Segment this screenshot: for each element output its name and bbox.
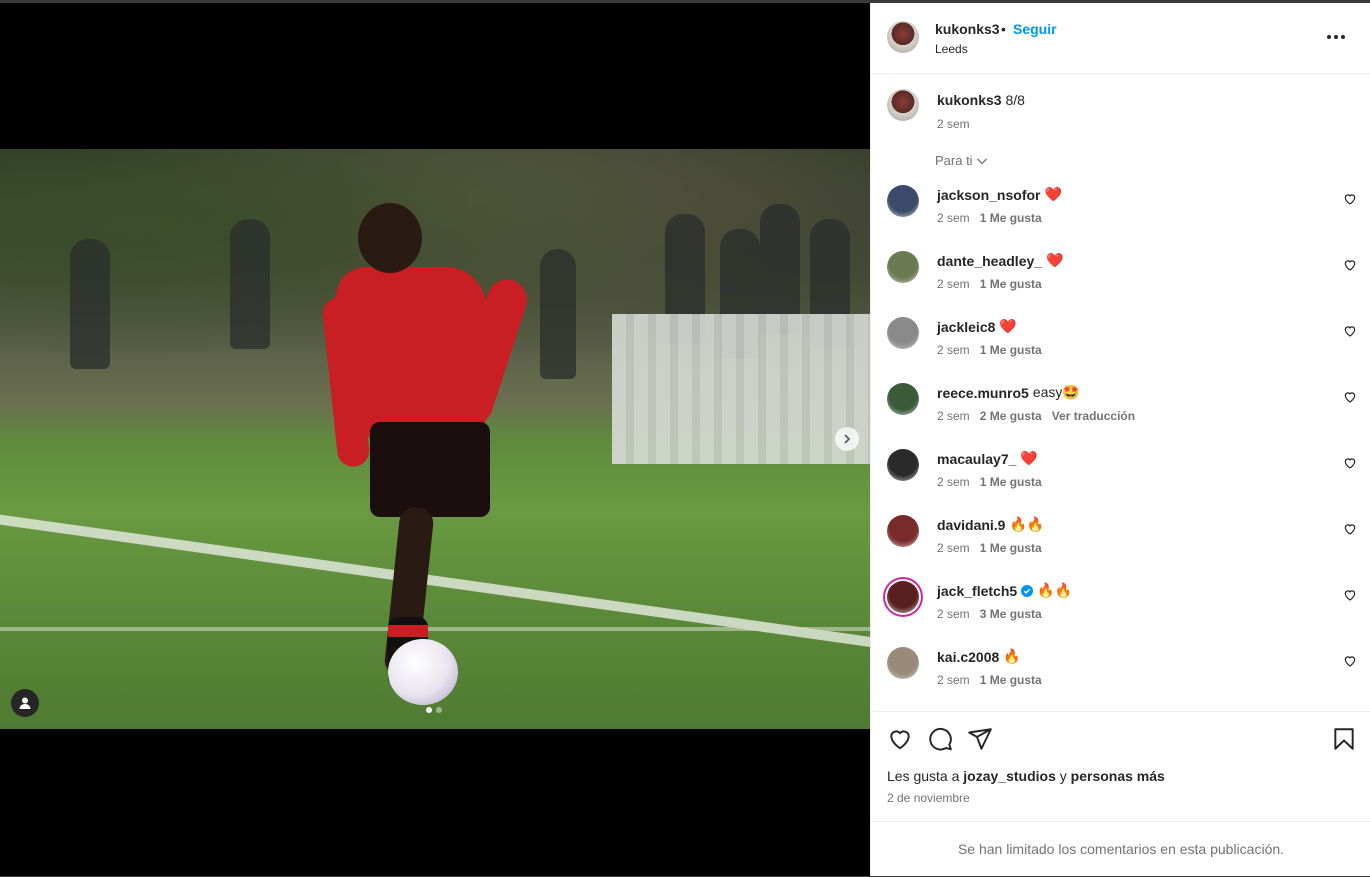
comment-avatar[interactable] xyxy=(887,251,919,283)
likes-others[interactable]: personas más xyxy=(1071,768,1165,784)
comment-heart-icon[interactable] xyxy=(1343,192,1357,206)
carousel-dots xyxy=(426,707,442,713)
caption-body: 8/8 xyxy=(1005,92,1025,108)
author-username[interactable]: kukonks3 xyxy=(935,21,1000,37)
likes-summary: Les gusta a jozay_studios y personas más xyxy=(887,768,1165,784)
comment-filter[interactable]: Para ti xyxy=(935,153,988,168)
post-side-panel: kukonks3 • Seguir Leeds kukonks3 8/8 2 s… xyxy=(870,3,1370,876)
comment-item: jackson_nsofor ❤️ 2 sem 1 Me gusta xyxy=(871,183,1370,249)
photo-fence xyxy=(612,314,870,464)
post-photo[interactable] xyxy=(0,149,870,729)
comment-time[interactable]: 2 sem xyxy=(937,409,970,423)
comment-text: ❤️ xyxy=(1044,186,1062,202)
caption-avatar[interactable] xyxy=(887,89,919,121)
comment-item: kai.c2008 🔥 2 sem 1 Me gusta xyxy=(871,645,1370,711)
comment-username[interactable]: kai.c2008 xyxy=(937,649,999,665)
comment-item: dante_headley_ ❤️ 2 sem 1 Me gusta xyxy=(871,249,1370,315)
comment-text: ❤️ xyxy=(999,318,1017,334)
comment-filter-label: Para ti xyxy=(935,153,973,168)
comment-time[interactable]: 2 sem xyxy=(937,211,970,225)
post-header: kukonks3 • Seguir Leeds xyxy=(871,3,1370,74)
comment-username[interactable]: jackleic8 xyxy=(937,319,995,335)
see-translation-link[interactable]: Ver traducción xyxy=(1052,409,1135,423)
comment-likes[interactable]: 1 Me gusta xyxy=(980,673,1042,687)
comment-text: ❤️ xyxy=(1046,252,1064,268)
chevron-down-icon xyxy=(976,158,987,164)
comment-text: 🔥🔥 xyxy=(1009,516,1045,532)
comment-time[interactable]: 2 sem xyxy=(937,277,970,291)
comments-list: jackson_nsofor ❤️ 2 sem 1 Me gusta dante_hea… xyxy=(871,183,1370,711)
bookmark-icon[interactable] xyxy=(1331,726,1357,752)
separator: • xyxy=(1001,21,1006,37)
caption-text: kukonks3 8/8 xyxy=(937,92,1025,108)
comment-username[interactable]: davidani.9 xyxy=(937,517,1005,533)
post-caption: kukonks3 8/8 2 sem xyxy=(871,75,1370,135)
comment-username[interactable]: jack_fletch5 xyxy=(937,583,1017,599)
comment-heart-icon[interactable] xyxy=(1343,390,1357,404)
comment-time[interactable]: 2 sem xyxy=(937,541,970,555)
share-icon[interactable] xyxy=(967,726,993,752)
comment-time[interactable]: 2 sem xyxy=(937,607,970,621)
post-location[interactable]: Leeds xyxy=(935,42,968,56)
comment-likes[interactable]: 1 Me gusta xyxy=(980,541,1042,555)
verified-icon xyxy=(1021,584,1034,597)
post-media xyxy=(0,3,870,876)
comment-text: 🔥 xyxy=(1003,648,1021,664)
chevron-right-icon[interactable] xyxy=(835,427,859,451)
comment-time[interactable]: 2 sem xyxy=(937,343,970,357)
heart-icon[interactable] xyxy=(887,726,913,752)
likes-prefix: Les gusta a xyxy=(887,768,960,784)
comment-likes[interactable]: 2 Me gusta xyxy=(980,409,1042,423)
comment-heart-icon[interactable] xyxy=(1343,654,1357,668)
comment-icon[interactable] xyxy=(927,726,953,752)
comment-avatar[interactable] xyxy=(887,515,919,547)
more-icon[interactable] xyxy=(1321,27,1351,47)
comment-avatar[interactable] xyxy=(887,581,919,613)
comment-time[interactable]: 2 sem xyxy=(937,475,970,489)
comment-heart-icon[interactable] xyxy=(1343,258,1357,272)
comment-avatar[interactable] xyxy=(887,449,919,481)
comment-time[interactable]: 2 sem xyxy=(937,673,970,687)
caption-time: 2 sem xyxy=(937,117,970,131)
user-tag-icon[interactable] xyxy=(11,689,39,717)
comment-username[interactable]: reece.munro5 xyxy=(937,385,1029,401)
comment-heart-icon[interactable] xyxy=(1343,522,1357,536)
comment-avatar[interactable] xyxy=(887,185,919,217)
post-dialog: kukonks3 • Seguir Leeds kukonks3 8/8 2 s… xyxy=(0,3,1370,876)
comment-username[interactable]: dante_headley_ xyxy=(937,253,1042,269)
comment-likes[interactable]: 1 Me gusta xyxy=(980,475,1042,489)
comment-text: ❤️ xyxy=(1020,450,1038,466)
comment-item: reece.munro5 easy🤩 2 sem 2 Me gusta Ver trad… xyxy=(871,381,1370,447)
comment-item: macaulay7_ ❤️ 2 sem 1 Me gusta xyxy=(871,447,1370,513)
comment-item: jackleic8 ❤️ 2 sem 1 Me gusta xyxy=(871,315,1370,381)
comment-likes[interactable]: 1 Me gusta xyxy=(980,343,1042,357)
comment-heart-icon[interactable] xyxy=(1343,456,1357,470)
carousel-dot xyxy=(436,707,442,713)
author-avatar[interactable] xyxy=(887,21,919,53)
post-date[interactable]: 2 de noviembre xyxy=(887,791,970,805)
comment-heart-icon[interactable] xyxy=(1343,588,1357,602)
comments-limited-notice: Se han limitado los comentarios en esta … xyxy=(871,821,1370,876)
likes-user[interactable]: jozay_studios xyxy=(963,768,1056,784)
comment-heart-icon[interactable] xyxy=(1343,324,1357,338)
comment-username[interactable]: macaulay7_ xyxy=(937,451,1016,467)
carousel-dot-active xyxy=(426,707,432,713)
comment-avatar[interactable] xyxy=(887,383,919,415)
comment-likes[interactable]: 1 Me gusta xyxy=(980,277,1042,291)
photo-ball xyxy=(388,639,458,705)
comment-item: jack_fletch5 🔥🔥 2 sem 3 Me gusta xyxy=(871,579,1370,645)
comment-likes[interactable]: 3 Me gusta xyxy=(980,607,1042,621)
comment-username[interactable]: jackson_nsofor xyxy=(937,187,1040,203)
comment-likes[interactable]: 1 Me gusta xyxy=(980,211,1042,225)
comment-item: davidani.9 🔥🔥 2 sem 1 Me gusta xyxy=(871,513,1370,579)
comment-avatar[interactable] xyxy=(887,317,919,349)
follow-button[interactable]: Seguir xyxy=(1013,21,1057,37)
post-actions: Les gusta a jozay_studios y personas más… xyxy=(871,711,1370,821)
comment-text: 🔥🔥 xyxy=(1037,582,1073,598)
photo-player xyxy=(321,197,570,697)
likes-conj: y xyxy=(1059,768,1067,784)
comment-text: easy🤩 xyxy=(1032,384,1080,400)
caption-username[interactable]: kukonks3 xyxy=(937,92,1002,108)
comment-avatar[interactable] xyxy=(887,647,919,679)
